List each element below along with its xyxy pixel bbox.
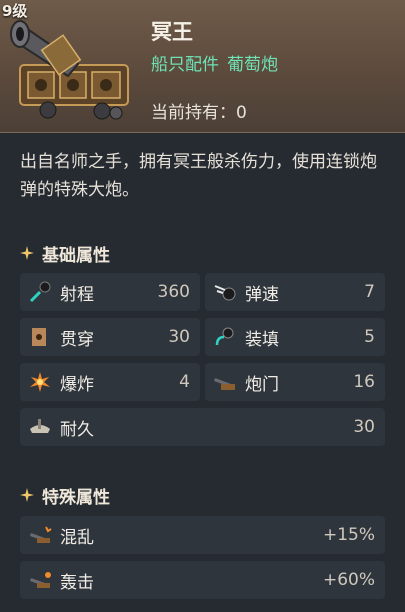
stat-row-shell-speed: 弹速 7 bbox=[205, 273, 385, 311]
stat-label: 装填 bbox=[245, 329, 279, 350]
stat-row-durability: 耐久 30 bbox=[20, 408, 385, 446]
item-level: 9级 bbox=[2, 2, 28, 20]
stat-label: 爆炸 bbox=[60, 374, 94, 395]
stat-value: 5 bbox=[364, 327, 375, 347]
shell-speed-icon bbox=[214, 285, 236, 301]
special-attributes-header: 特殊属性 bbox=[20, 483, 110, 508]
basic-attributes-title: 基础属性 bbox=[42, 245, 110, 266]
chaos-icon bbox=[30, 526, 52, 543]
stat-value: 4 bbox=[179, 372, 190, 392]
item-holding: 当前持有：0 bbox=[151, 103, 247, 123]
gun-port-icon bbox=[214, 378, 235, 390]
sparkle-icon bbox=[20, 246, 34, 260]
stat-row-gun-port: 炮门 16 bbox=[205, 363, 385, 401]
item-name: 冥王 bbox=[151, 20, 193, 44]
item-header: 9级 冥王 船只配件 葡萄炮 当前持有：0 bbox=[0, 0, 405, 133]
sparkle-icon bbox=[20, 488, 34, 502]
stat-label: 射程 bbox=[60, 284, 94, 305]
stat-row-explosion: 爆炸 4 bbox=[20, 363, 200, 401]
cannon-icon bbox=[10, 20, 129, 120]
stat-label: 耐久 bbox=[60, 419, 94, 440]
stat-value: 7 bbox=[364, 282, 375, 302]
stat-value: 360 bbox=[157, 282, 190, 302]
stat-row-reload: 装填 5 bbox=[205, 318, 385, 356]
stat-row-chaos: 混乱 +15% bbox=[20, 516, 385, 554]
item-description: 出自名师之手，拥有冥王般杀伤力，使用连锁炮弹的特殊大炮。 bbox=[20, 152, 377, 200]
range-icon bbox=[29, 281, 51, 303]
item-tooltip-panel: 9级 冥王 船只配件 葡萄炮 当前持有：0 出自名师之手，拥有冥王般杀伤力，使用连… bbox=[0, 0, 405, 612]
durability-icon bbox=[30, 419, 50, 433]
stat-row-range: 射程 360 bbox=[20, 273, 200, 311]
stat-value: 30 bbox=[353, 417, 375, 437]
special-attributes-title: 特殊属性 bbox=[42, 487, 110, 508]
item-type: 葡萄炮 bbox=[227, 55, 278, 75]
stat-label: 炮门 bbox=[245, 374, 279, 395]
penetration-icon bbox=[32, 328, 46, 346]
stat-label: 弹速 bbox=[245, 284, 279, 305]
stat-value: +60% bbox=[322, 570, 375, 590]
basic-attributes-header: 基础属性 bbox=[20, 241, 110, 266]
stat-row-penetration: 贯穿 30 bbox=[20, 318, 200, 356]
stat-value: +15% bbox=[322, 525, 375, 545]
item-category: 船只配件 bbox=[151, 55, 219, 75]
explosion-icon bbox=[30, 372, 50, 392]
reload-icon bbox=[215, 327, 234, 346]
stat-value: 16 bbox=[353, 372, 375, 392]
stat-value: 30 bbox=[168, 327, 190, 347]
item-category-line: 船只配件 葡萄炮 bbox=[151, 50, 286, 75]
bombard-icon bbox=[30, 572, 51, 588]
stat-label: 混乱 bbox=[60, 527, 94, 548]
stat-label: 贯穿 bbox=[60, 329, 94, 350]
stat-label: 轰击 bbox=[60, 572, 94, 593]
stat-row-bombard: 轰击 +60% bbox=[20, 561, 385, 599]
